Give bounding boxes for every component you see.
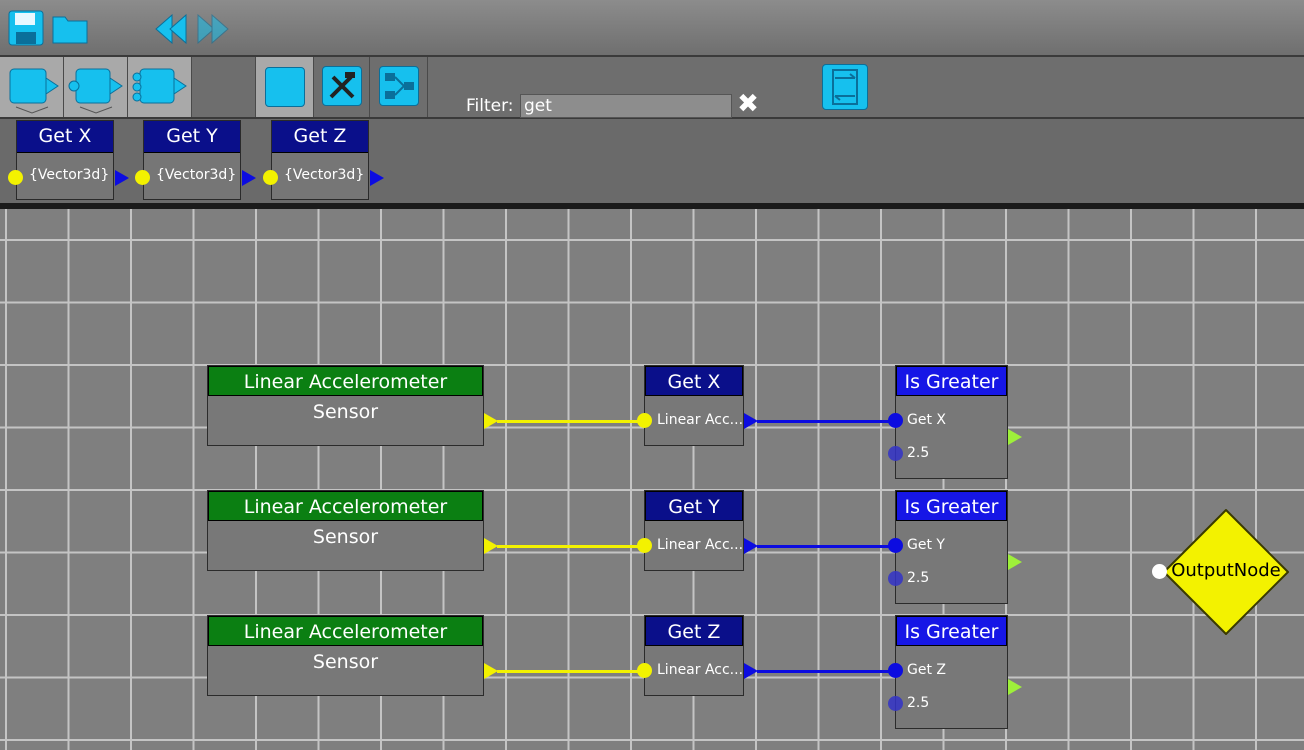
is-greater-node[interactable]: Is Greater Get Z 2.5	[888, 615, 1022, 729]
input-label-b: 2.5	[907, 695, 930, 711]
output-pin[interactable]	[744, 663, 758, 679]
palette-node-get-x[interactable]: Get X {Vector3d}	[8, 120, 129, 200]
output-pin[interactable]	[370, 170, 384, 186]
value-wire	[757, 670, 889, 673]
getter-node[interactable]: Get Z Linear Acc...	[637, 615, 758, 696]
output-pin[interactable]	[115, 170, 129, 186]
palette-node-title: Get X	[17, 121, 113, 153]
swap-icon	[822, 64, 868, 110]
input-pin[interactable]	[637, 413, 652, 428]
input-label-a: Get Y	[907, 537, 945, 553]
node-title: Get X	[645, 366, 743, 396]
value-wire	[757, 420, 889, 423]
output-pin[interactable]	[484, 663, 498, 679]
palette-node-title: Get Y	[144, 121, 240, 153]
input-pin[interactable]	[8, 170, 23, 185]
data-wire	[497, 545, 642, 548]
input-label: Linear Acc...	[657, 662, 744, 678]
filter-label: Filter:	[466, 96, 514, 116]
toolbar-spacer	[192, 57, 256, 117]
input-pin-a[interactable]	[888, 538, 903, 553]
node-title: Linear Accelerometer Sensor	[208, 491, 483, 548]
input-label-b: 2.5	[907, 570, 930, 586]
input-pin[interactable]	[135, 170, 150, 185]
value-wire	[757, 545, 889, 548]
node-title: Is Greater	[896, 491, 1007, 521]
input-pin[interactable]	[263, 170, 278, 185]
node-title: Is Greater	[896, 616, 1007, 646]
flow-button[interactable]	[370, 57, 428, 117]
param-label: {Vector3d}	[156, 167, 237, 183]
build-icon	[322, 66, 362, 106]
input-label-a: Get Z	[907, 662, 946, 678]
node-output-icon	[9, 68, 59, 114]
input-pin-b[interactable]	[888, 696, 903, 711]
input-pin[interactable]	[1152, 564, 1167, 579]
output-pin[interactable]	[242, 170, 256, 186]
input-label-b: 2.5	[907, 445, 930, 461]
output-pin[interactable]	[1008, 429, 1022, 445]
sensor-node[interactable]: Linear Accelerometer Sensor	[207, 490, 498, 571]
clear-icon[interactable]: ✖	[736, 90, 760, 118]
redo-icon[interactable]	[196, 11, 232, 47]
save-icon[interactable]	[8, 10, 44, 46]
getter-node[interactable]: Get Y Linear Acc...	[637, 490, 758, 571]
swap-button[interactable]	[822, 64, 868, 110]
palette-node-title: Get Z	[272, 121, 368, 153]
open-folder-icon[interactable]	[52, 12, 88, 44]
filter-input[interactable]	[520, 94, 732, 118]
is-greater-node[interactable]: Is Greater Get Y 2.5	[888, 490, 1022, 604]
node-title: Get Z	[645, 616, 743, 646]
node-title: Get Y	[645, 491, 743, 521]
input-pin-b[interactable]	[888, 446, 903, 461]
main-toolbar	[0, 0, 1304, 57]
output-pin[interactable]	[744, 413, 758, 429]
stop-button[interactable]	[256, 57, 314, 117]
add-output-node-button[interactable]	[0, 57, 64, 117]
node-title: Is Greater	[896, 366, 1007, 396]
output-pin[interactable]	[484, 413, 498, 429]
add-inout-node-button[interactable]	[64, 57, 128, 117]
output-pin[interactable]	[484, 538, 498, 554]
output-node[interactable]: OutputNode	[1152, 508, 1290, 636]
output-pin[interactable]	[1008, 554, 1022, 570]
input-pin-b[interactable]	[888, 571, 903, 586]
input-pin-a[interactable]	[888, 413, 903, 428]
input-label: Linear Acc...	[657, 537, 744, 553]
palette-node-get-y[interactable]: Get Y {Vector3d}	[135, 120, 256, 200]
input-label-a: Get X	[907, 412, 946, 428]
input-label: Linear Acc...	[657, 412, 744, 428]
sensor-node[interactable]: Linear Accelerometer Sensor	[207, 365, 498, 446]
input-pin[interactable]	[637, 663, 652, 678]
flow-icon	[379, 66, 419, 106]
param-label: {Vector3d}	[29, 167, 110, 183]
input-pin-a[interactable]	[888, 663, 903, 678]
output-pin[interactable]	[744, 538, 758, 554]
data-wire	[497, 670, 642, 673]
palette-node-get-z[interactable]: Get Z {Vector3d}	[263, 120, 384, 200]
output-pin[interactable]	[1008, 679, 1022, 695]
getter-node[interactable]: Get X Linear Acc...	[637, 365, 758, 446]
input-pin[interactable]	[637, 538, 652, 553]
data-wire	[497, 420, 642, 423]
node-multi-icon	[132, 68, 187, 104]
node-title: Linear Accelerometer Sensor	[208, 366, 483, 423]
sensor-node[interactable]: Linear Accelerometer Sensor	[207, 615, 498, 696]
add-multi-node-button[interactable]	[128, 57, 192, 117]
undo-icon[interactable]	[152, 11, 188, 47]
param-label: {Vector3d}	[284, 167, 365, 183]
output-node-label: OutputNode	[1171, 560, 1281, 581]
is-greater-node[interactable]: Is Greater Get X 2.5	[888, 365, 1022, 479]
stop-icon	[265, 67, 305, 107]
build-button[interactable]	[314, 57, 370, 117]
node-title: Linear Accelerometer Sensor	[208, 616, 483, 673]
node-inout-icon	[68, 68, 123, 114]
